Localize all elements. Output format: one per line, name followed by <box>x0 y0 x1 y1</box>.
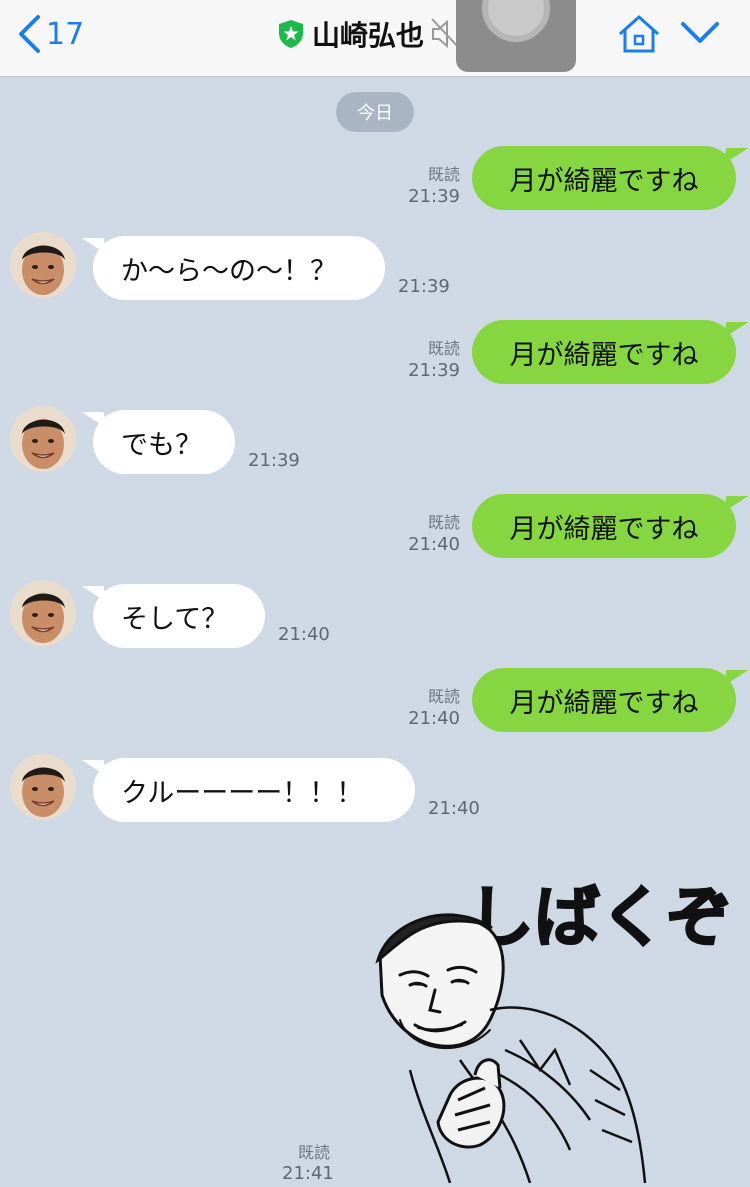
sticker-message[interactable]: しばくぞ <box>340 860 733 1184</box>
message-time: 21:40 <box>408 708 460 729</box>
back-button[interactable]: 17 <box>16 12 84 56</box>
read-receipt: 既読 <box>427 339 460 358</box>
date-separator: 今日 <box>336 92 414 132</box>
assistive-touch-button[interactable] <box>456 0 576 72</box>
chevron-left-icon <box>19 15 40 53</box>
outgoing-message[interactable]: 月が綺麗ですね <box>472 146 736 210</box>
read-receipt: 既読 <box>427 165 460 184</box>
avatar-face-icon <box>10 232 76 298</box>
read-receipt: 既読 <box>427 687 460 706</box>
chevron-down-icon[interactable] <box>680 18 720 48</box>
incoming-message[interactable]: クルーーーー！！！ <box>93 758 415 822</box>
unread-count: 17 <box>46 16 85 52</box>
message-meta: 既読 21:40 <box>408 686 460 730</box>
contact-name: 山崎弘也 <box>312 19 425 52</box>
avatar[interactable] <box>10 406 76 472</box>
avatar-face-icon <box>10 580 76 646</box>
message-meta: 既読 21:39 <box>408 338 460 382</box>
incoming-message[interactable]: か〜ら〜の〜！？ <box>93 236 385 300</box>
message-time: 21:40 <box>278 624 330 645</box>
message-time: 21:40 <box>428 798 480 819</box>
message-meta: 既読 21:40 <box>408 512 460 556</box>
avatar[interactable] <box>10 580 76 646</box>
home-icon[interactable] <box>616 14 662 54</box>
outgoing-message[interactable]: 月が綺麗ですね <box>472 668 736 732</box>
outgoing-message[interactable]: 月が綺麗ですね <box>472 320 736 384</box>
avatar-face-icon <box>10 754 76 820</box>
message-time: 21:39 <box>408 360 460 381</box>
sticker-meta: 既読 21:41 <box>282 1142 334 1184</box>
read-receipt: 既読 <box>427 513 460 532</box>
message-time: 21:40 <box>408 534 460 555</box>
message-time: 21:39 <box>248 450 300 471</box>
assistive-touch-icon <box>482 0 550 42</box>
avatar-face-icon <box>10 406 76 472</box>
avatar[interactable] <box>10 754 76 820</box>
read-receipt: 既読 <box>297 1143 330 1162</box>
message-time: 21:41 <box>282 1163 334 1184</box>
message-time: 21:39 <box>408 186 460 207</box>
sticker-caption: しばくぞ <box>468 879 730 956</box>
chat-header: 17 山崎弘也 <box>0 0 750 77</box>
avatar[interactable] <box>10 232 76 298</box>
verified-shield-icon <box>279 20 303 48</box>
incoming-message[interactable]: でも？ <box>93 410 235 474</box>
message-time: 21:39 <box>398 276 450 297</box>
chat-title[interactable]: 山崎弘也 <box>278 14 462 54</box>
message-meta: 既読 21:39 <box>408 164 460 208</box>
sticker-image: しばくぞ <box>375 878 733 1184</box>
outgoing-message[interactable]: 月が綺麗ですね <box>472 494 736 558</box>
incoming-message[interactable]: そして？ <box>93 584 265 648</box>
